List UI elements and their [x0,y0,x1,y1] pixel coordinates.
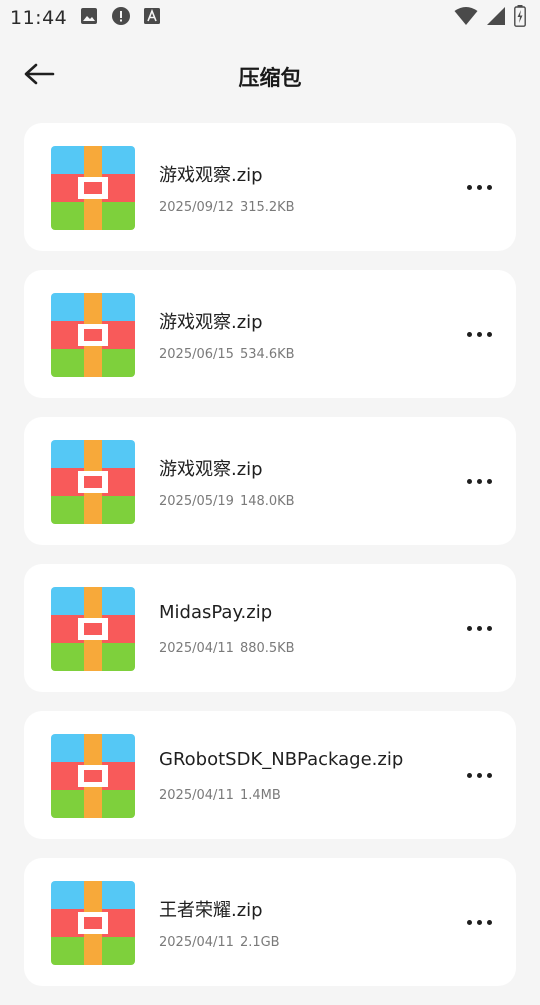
more-options-button[interactable] [462,469,496,493]
zip-file-icon [51,881,135,965]
file-name: 游戏观察.zip [159,165,263,186]
file-meta: 2025/05/19 148.0KB [159,494,295,509]
file-size: 148.0KB [239,494,295,509]
zip-file-icon [51,440,135,524]
more-icon-dot [466,478,472,484]
file-name: 游戏观察.zip [159,459,263,480]
more-icon-dot [466,772,472,778]
file-name: MidasPay.zip [159,602,273,623]
more-icon-dot [486,625,492,631]
more-icon-dot [486,184,492,190]
file-card[interactable]: 游戏观察.zip 2025/09/12 315.2KB [24,123,516,251]
signal-icon [486,6,506,30]
more-icon-dot [466,331,472,337]
file-date: 2025/04/11 [159,935,234,950]
font-icon [143,7,161,29]
file-size: 534.6KB [239,347,295,362]
file-meta: 2025/04/11 880.5KB [159,641,295,656]
file-size: 2.1GB [239,935,280,950]
file-date: 2025/06/15 [159,347,234,362]
battery-icon [514,5,526,31]
more-icon-dot [486,919,492,925]
more-icon-dot [466,184,472,190]
more-icon-dot [476,919,482,925]
file-name: 王者荣耀.zip [159,900,263,921]
more-icon-dot [476,184,482,190]
file-name: 游戏观察.zip [159,312,263,333]
more-icon-dot [486,331,492,337]
file-date: 2025/05/19 [159,494,234,509]
app-bar: 压缩包 [0,48,540,104]
more-options-button[interactable] [462,763,496,787]
file-meta: 2025/09/12 315.2KB [159,200,295,215]
file-card[interactable]: MidasPay.zip 2025/04/11 880.5KB [24,564,516,692]
zip-file-icon [51,734,135,818]
file-size: 880.5KB [239,641,295,656]
alert-icon [111,6,131,30]
wifi-icon [454,6,478,30]
file-date: 2025/04/11 [159,788,234,803]
zip-file-icon [51,587,135,671]
more-options-button[interactable] [462,322,496,346]
file-card[interactable]: GRobotSDK_NBPackage.zip 2025/04/11 1.4MB [24,711,516,839]
more-icon-dot [476,772,482,778]
more-icon-dot [486,772,492,778]
more-icon-dot [476,331,482,337]
file-size: 1.4MB [239,788,281,803]
file-card[interactable]: 游戏观察.zip 2025/06/15 534.6KB [24,270,516,398]
file-card[interactable]: 游戏观察.zip 2025/05/19 148.0KB [24,417,516,545]
zip-file-icon [51,146,135,230]
file-date: 2025/09/12 [159,200,234,215]
more-icon-dot [476,478,482,484]
more-options-button[interactable] [462,910,496,934]
more-options-button[interactable] [462,616,496,640]
image-icon [79,6,99,30]
status-bar: 11:44 [0,0,540,36]
file-meta: 2025/04/11 1.4MB [159,788,281,803]
file-date: 2025/04/11 [159,641,234,656]
more-icon-dot [486,478,492,484]
file-size: 315.2KB [239,200,295,215]
more-options-button[interactable] [462,175,496,199]
more-icon-dot [466,919,472,925]
file-card[interactable]: 王者荣耀.zip 2025/04/11 2.1GB [24,858,516,986]
status-time: 11:44 [10,7,68,29]
page-title: 压缩包 [238,66,302,90]
more-icon-dot [466,625,472,631]
more-icon-dot [476,625,482,631]
file-meta: 2025/06/15 534.6KB [159,347,295,362]
file-meta: 2025/04/11 2.1GB [159,935,280,950]
file-list: 游戏观察.zip 2025/09/12 315.2KB 游戏观察.zip 202… [24,123,516,1005]
zip-file-icon [51,293,135,377]
file-name: GRobotSDK_NBPackage.zip [159,749,404,770]
